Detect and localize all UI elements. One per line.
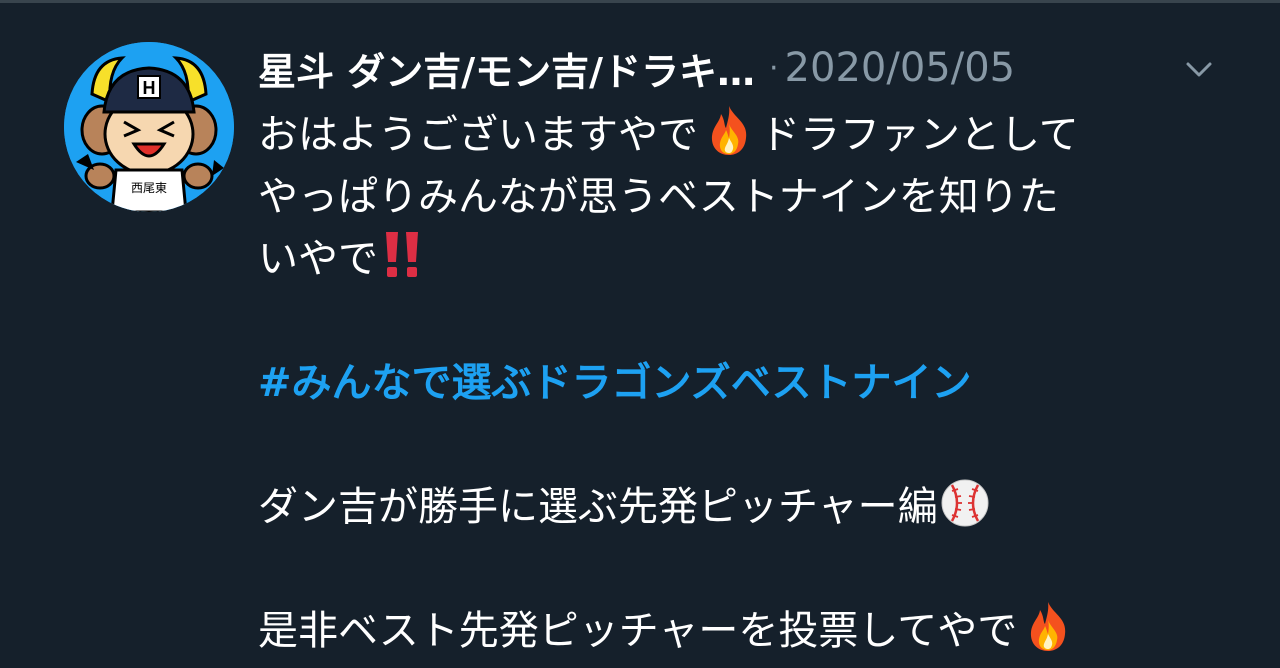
tweet-text: おはようございますやで ドラファンとして やっぱりみんなが思うベストナインを知り… xyxy=(258,104,1218,662)
tweet-text-greeting: おはようございますやで xyxy=(258,112,698,158)
baseball-emoji xyxy=(940,476,990,528)
tweet-line-3: いやで xyxy=(258,228,1218,290)
separator-dot: · xyxy=(769,50,779,86)
tweet-line-2: やっぱりみんなが思うベストナインを知りた xyxy=(258,174,1059,220)
top-divider xyxy=(0,0,1280,3)
tweet-header: 星斗 ダン吉/モン吉/ドラキ… · 2020/05/05 xyxy=(258,40,1228,96)
timestamp[interactable]: 2020/05/05 xyxy=(785,45,1016,91)
avatar[interactable]: H 西尾東 xyxy=(64,42,234,212)
double-exclamation-emoji xyxy=(380,228,424,280)
avatar-cap-letter: H xyxy=(143,78,156,98)
tweet-line-5: ダン吉が勝手に選ぶ先発ピッチャー編 xyxy=(258,476,1218,538)
chevron-down-icon[interactable] xyxy=(1184,56,1214,82)
tweet-text-want: いやで xyxy=(258,236,378,282)
fire-emoji xyxy=(704,104,754,156)
fire-emoji xyxy=(1023,600,1073,652)
tweet-line-hashtag: #みんなで選ぶドラゴンズベストナイン xyxy=(258,352,1218,414)
tweet-line-6: 是非ベスト先発ピッチャーを投票してやで xyxy=(258,600,1218,662)
display-name[interactable]: 星斗 ダン吉/モン吉/ドラキ… xyxy=(258,41,755,96)
tweet-text-vote: 是非ベスト先発ピッチャーを投票してやで xyxy=(258,608,1018,654)
hashtag-link[interactable]: #みんなで選ぶドラゴンズベストナイン xyxy=(258,360,972,406)
tweet-text-pitcher: ダン吉が勝手に選ぶ先発ピッチャー編 xyxy=(258,484,938,530)
tweet-text-fan: ドラファンとして xyxy=(760,112,1079,158)
avatar-shirt-text: 西尾東 xyxy=(131,181,167,195)
tweet-line-1: おはようございますやで ドラファンとして xyxy=(258,104,1218,166)
